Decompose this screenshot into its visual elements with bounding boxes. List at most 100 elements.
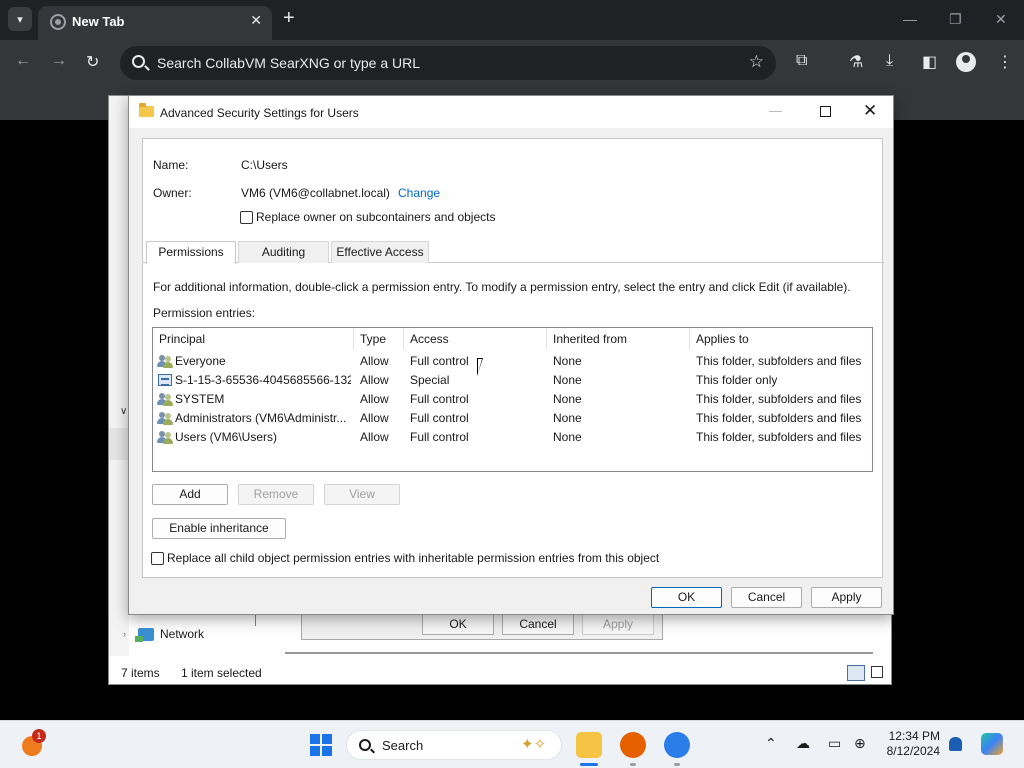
users-group-icon — [157, 430, 173, 444]
display-icon[interactable]: ▭ — [828, 735, 841, 752]
table-row[interactable]: S-1-15-3-65536-4045685566-132... Allow S… — [153, 371, 872, 390]
bookmark-star-icon[interactable]: ☆ — [749, 52, 764, 72]
folder-icon — [139, 103, 154, 117]
table-row[interactable]: Everyone Allow Full control None This fo… — [153, 352, 872, 371]
nav-selected-item[interactable] — [109, 428, 129, 460]
expand-arrow-icon[interactable]: › — [123, 629, 126, 639]
network-icon — [135, 627, 154, 642]
omnibox[interactable]: Search CollabVM SearXNG or type a URL ☆ — [120, 46, 776, 80]
horizontal-scrollbar[interactable] — [285, 652, 873, 654]
table-row[interactable]: Administrators (VM6\Administr... Allow F… — [153, 409, 872, 428]
cell-applies: This folder, subfolders and files — [696, 392, 862, 406]
users-group-icon — [157, 411, 173, 425]
tab-close-icon[interactable]: ✕ — [250, 12, 262, 29]
dialog-title: Advanced Security Settings for Users — [160, 106, 359, 120]
download-icon[interactable]: ⤓ — [886, 52, 893, 70]
cell-access: Full control — [410, 354, 469, 368]
firefox-app-icon[interactable] — [620, 732, 646, 758]
cell-principal: S-1-15-3-65536-4045685566-132... — [175, 373, 351, 387]
replace-child-permissions-checkbox[interactable] — [151, 552, 164, 565]
column-access[interactable]: Access — [410, 332, 449, 346]
system-clock[interactable]: 12:34 PM 8/12/2024 — [880, 729, 940, 759]
expand-chevron-icon[interactable]: ∨ — [120, 406, 127, 417]
list-header: Principal Type Access Inherited from App… — [153, 328, 872, 350]
name-label: Name: — [153, 158, 189, 172]
users-group-icon — [157, 354, 173, 368]
column-principal[interactable]: Principal — [159, 332, 205, 346]
enable-inheritance-button[interactable]: Enable inheritance — [152, 518, 286, 539]
extensions-icon[interactable]: ⧉ — [796, 52, 807, 70]
tab-effective-access[interactable]: Effective Access — [331, 241, 429, 263]
side-panel-icon[interactable]: ◧ — [922, 52, 937, 72]
browser-close-button[interactable]: ✕ — [995, 11, 1007, 28]
app-running-indicator — [580, 763, 598, 766]
large-icons-view-icon[interactable] — [871, 666, 883, 678]
clock-date: 8/12/2024 — [886, 744, 940, 758]
column-divider[interactable] — [689, 328, 690, 350]
sidebar-item-network[interactable]: › Network — [123, 627, 205, 642]
column-applies-to[interactable]: Applies to — [696, 332, 749, 346]
permission-entries-list[interactable]: Principal Type Access Inherited from App… — [152, 327, 873, 472]
apply-button[interactable]: Apply — [811, 587, 882, 608]
new-tab-button[interactable]: + — [283, 8, 295, 28]
copilot-icon[interactable] — [981, 733, 1003, 755]
labs-flask-icon[interactable]: ⚗ — [849, 52, 863, 72]
column-inherited-from[interactable]: Inherited from — [553, 332, 627, 346]
dialog-titlebar[interactable]: Advanced Security Settings for Users — ✕ — [129, 96, 893, 128]
cell-inherited: None — [553, 430, 582, 444]
app-running-indicator — [630, 763, 636, 766]
cell-type: Allow — [360, 392, 389, 406]
sid-icon — [158, 374, 172, 386]
name-value: C:\Users — [241, 158, 288, 172]
cell-applies: This folder, subfolders and files — [696, 411, 862, 425]
dialog-maximize-button[interactable] — [820, 106, 831, 117]
chrome-app-icon[interactable] — [664, 732, 690, 758]
table-row[interactable]: SYSTEM Allow Full control None This fold… — [153, 390, 872, 409]
menu-kebab-icon[interactable]: ⋮ — [997, 52, 1013, 72]
add-button[interactable]: Add — [152, 484, 228, 505]
browser-toolbar: ← → ↻ Search CollabVM SearXNG or type a … — [0, 40, 1024, 86]
tray-overflow-chevron-icon[interactable]: ⌃ — [765, 735, 777, 752]
column-divider[interactable] — [353, 328, 354, 350]
status-item-count: 7 items — [121, 666, 160, 680]
cell-applies: This folder, subfolders and files — [696, 430, 862, 444]
profile-avatar-icon[interactable] — [956, 52, 976, 72]
column-type[interactable]: Type — [360, 332, 386, 346]
start-windows-icon[interactable] — [310, 734, 332, 756]
network-globe-icon[interactable]: ⊕ — [854, 735, 866, 752]
tab-new-tab[interactable]: New Tab ✕ — [38, 6, 272, 40]
cell-type: Allow — [360, 354, 389, 368]
explorer-nav-pane — [109, 96, 129, 656]
back-arrow-icon[interactable]: ← — [15, 52, 31, 70]
cell-type: Allow — [360, 411, 389, 425]
sidebar-item-label: Network — [160, 627, 205, 641]
column-divider[interactable] — [403, 328, 404, 350]
file-explorer-app-icon[interactable] — [576, 732, 602, 758]
column-divider[interactable] — [546, 328, 547, 350]
tab-permissions[interactable]: Permissions — [146, 241, 236, 264]
taskbar-search-box[interactable]: Search ✦✧ — [346, 730, 562, 760]
behind-apply-button: Apply — [582, 613, 654, 635]
tab-search-button[interactable]: ▾ — [8, 7, 32, 31]
behind-ok-button[interactable]: OK — [422, 613, 494, 635]
dialog-close-button[interactable]: ✕ — [863, 101, 877, 121]
browser-minimize-button[interactable]: — — [903, 11, 917, 27]
behind-cancel-button[interactable]: Cancel — [502, 613, 574, 635]
onedrive-offline-icon[interactable]: ☁ — [796, 735, 810, 752]
reload-icon[interactable]: ↻ — [86, 52, 99, 72]
ok-button[interactable]: OK — [651, 587, 722, 608]
cancel-button[interactable]: Cancel — [731, 587, 802, 608]
cell-applies: This folder only — [696, 373, 778, 387]
browser-restore-button[interactable]: ❐ — [949, 11, 962, 28]
table-row[interactable]: Users (VM6\Users) Allow Full control Non… — [153, 428, 872, 447]
cell-inherited: None — [553, 354, 582, 368]
cell-access: Full control — [410, 411, 469, 425]
details-view-icon[interactable] — [847, 665, 865, 681]
windows-taskbar: 1 Search ✦✧ ⌃ ☁ ▭ ⊕ 12:34 PM 8/12/2024 — [0, 720, 1024, 768]
forward-arrow-icon[interactable]: → — [51, 52, 67, 70]
change-owner-link[interactable]: Change — [398, 186, 440, 200]
tab-auditing[interactable]: Auditing — [238, 241, 329, 263]
replace-owner-checkbox[interactable] — [240, 211, 253, 224]
cell-principal: Everyone — [175, 354, 226, 368]
notification-bell-icon[interactable] — [949, 737, 962, 751]
